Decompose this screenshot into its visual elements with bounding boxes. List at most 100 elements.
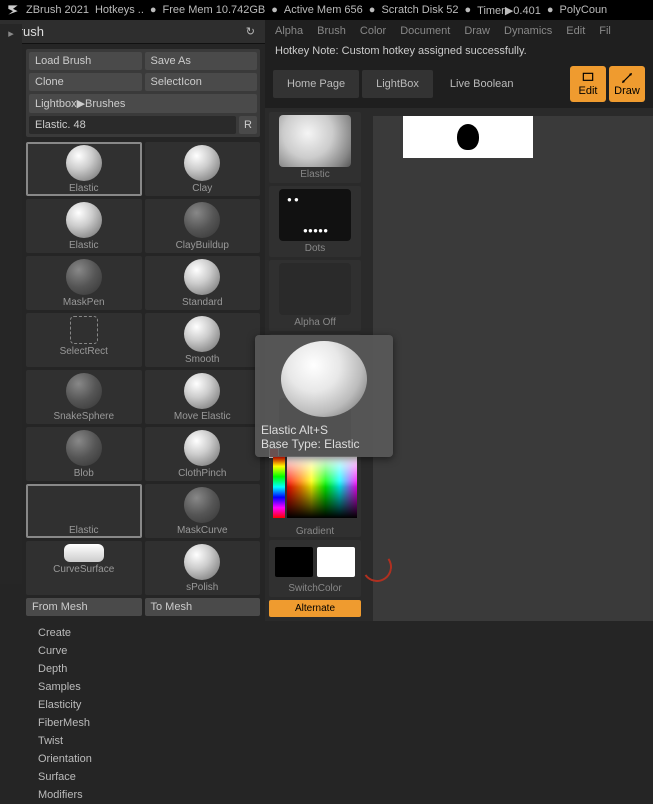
- current-alpha-label: Alpha Off: [272, 317, 358, 328]
- menu-draw[interactable]: Draw: [464, 25, 490, 37]
- switch-color-label: SwitchColor: [272, 583, 358, 594]
- brush-header[interactable]: Brush ↻: [0, 20, 265, 44]
- brush-item-smooth[interactable]: Smooth: [145, 313, 261, 367]
- brush-thumb-icon: [66, 259, 102, 295]
- brush-item-label: Blob: [26, 468, 142, 479]
- brush-item-move-elastic[interactable]: Move Elastic: [145, 370, 261, 424]
- menu-color[interactable]: Color: [360, 25, 386, 37]
- lightbox-button[interactable]: LightBox: [362, 70, 433, 98]
- switch-color-slot[interactable]: SwitchColor: [269, 540, 361, 597]
- current-stroke-slot[interactable]: Dots: [269, 186, 361, 257]
- tooltip-line2: Base Type: Elastic: [261, 437, 387, 451]
- brush-thumb-icon: [64, 544, 104, 562]
- brush-item-elastic[interactable]: Elastic: [26, 199, 142, 253]
- brush-item-label: Elastic: [28, 525, 140, 536]
- panel-arrow-icon[interactable]: ▸: [0, 24, 22, 43]
- brush-item-label: sPolish: [145, 582, 261, 593]
- brush-thumb-icon: [184, 544, 220, 580]
- brush-item-elastic[interactable]: Elastic: [26, 484, 142, 538]
- menu-dynamics[interactable]: Dynamics: [504, 25, 552, 37]
- current-alpha-slot[interactable]: Alpha Off: [269, 260, 361, 331]
- menu-edit[interactable]: Edit: [566, 25, 585, 37]
- brush-item-curvesurface[interactable]: CurveSurface: [26, 541, 142, 595]
- edit-label: Edit: [579, 85, 598, 97]
- brush-item-maskpen[interactable]: MaskPen: [26, 256, 142, 310]
- select-icon-button[interactable]: SelectIcon: [145, 73, 258, 91]
- tooltip-thumb-icon: [281, 341, 367, 417]
- brush-item-spolish[interactable]: sPolish: [145, 541, 261, 595]
- title-bar: ZBrush 2021 Hotkeys .. ● Free Mem 10.742…: [0, 0, 653, 20]
- from-mesh-button[interactable]: From Mesh: [26, 598, 142, 616]
- clone-button[interactable]: Clone: [29, 73, 142, 91]
- brush-item-label: Standard: [145, 297, 261, 308]
- brush-search-input[interactable]: [29, 116, 236, 134]
- submenu-modifiers[interactable]: Modifiers: [38, 786, 260, 804]
- to-mesh-button[interactable]: To Mesh: [145, 598, 261, 616]
- submenu-curve[interactable]: Curve: [38, 642, 260, 660]
- brush-item-claybuildup[interactable]: ClayBuildup: [145, 199, 261, 253]
- menu-alpha[interactable]: Alpha: [275, 25, 303, 37]
- brush-item-label: MaskPen: [26, 297, 142, 308]
- draw-mode-button[interactable]: Draw: [609, 66, 645, 102]
- bullet: ●: [547, 4, 554, 16]
- alpha-thumb-icon: [279, 263, 351, 315]
- live-boolean-button[interactable]: Live Boolean: [436, 70, 528, 98]
- brush-item-blob[interactable]: Blob: [26, 427, 142, 481]
- load-brush-button[interactable]: Load Brush: [29, 52, 142, 70]
- brush-thumb-icon: [184, 259, 220, 295]
- tooltip-line1: Elastic Alt+S: [261, 423, 387, 437]
- menu-document[interactable]: Document: [400, 25, 450, 37]
- gradient-label: Gradient: [269, 526, 361, 537]
- brush-item-label: SnakeSphere: [26, 411, 142, 422]
- main-color-swatch[interactable]: [275, 547, 313, 577]
- menu-brush[interactable]: Brush: [317, 25, 346, 37]
- submenu-orientation[interactable]: Orientation: [38, 750, 260, 768]
- submenu-depth[interactable]: Depth: [38, 660, 260, 678]
- sv-picker[interactable]: [287, 456, 357, 518]
- brush-thumb-icon: [184, 373, 220, 409]
- brush-thumb-icon: [184, 316, 220, 352]
- edit-mode-button[interactable]: Edit: [570, 66, 606, 102]
- bullet: ●: [150, 4, 157, 16]
- brush-item-label: Smooth: [145, 354, 261, 365]
- brush-item-elastic[interactable]: Elastic: [26, 142, 142, 196]
- lightbox-brushes-button[interactable]: Lightbox▶Brushes: [29, 94, 257, 113]
- r-button[interactable]: R: [239, 116, 257, 134]
- brush-item-clothpinch[interactable]: ClothPinch: [145, 427, 261, 481]
- right-area: Alpha Brush Color Document Draw Dynamics Edit F…: [265, 20, 653, 605]
- brush-submenu-list: CreateCurveDepthSamplesElasticityFiberMe…: [38, 624, 260, 804]
- active-mem: Active Mem 656: [284, 4, 363, 16]
- brush-thumb-icon: [70, 316, 98, 344]
- brush-item-label: ClothPinch: [145, 468, 261, 479]
- brush-item-selectrect[interactable]: SelectRect: [26, 313, 142, 367]
- brush-item-label: ClayBuildup: [145, 240, 261, 251]
- submenu-twist[interactable]: Twist: [38, 732, 260, 750]
- secondary-color-swatch[interactable]: [317, 547, 355, 577]
- brush-item-clay[interactable]: Clay: [145, 142, 261, 196]
- brush-item-maskcurve[interactable]: MaskCurve: [145, 484, 261, 538]
- main-menu-bar: Alpha Brush Color Document Draw Dynamics Edit F…: [265, 20, 653, 42]
- brush-item-label: Elastic: [26, 240, 142, 251]
- scratch-disk: Scratch Disk 52: [381, 4, 458, 16]
- submenu-fibermesh[interactable]: FiberMesh: [38, 714, 260, 732]
- brush-item-snakesphere[interactable]: SnakeSphere: [26, 370, 142, 424]
- brush-thumb-icon: [184, 487, 220, 523]
- submenu-create[interactable]: Create: [38, 624, 260, 642]
- polycount: PolyCoun: [559, 4, 607, 16]
- toolbar: Home Page LightBox Live Boolean Edit Dra…: [265, 60, 653, 108]
- submenu-samples[interactable]: Samples: [38, 678, 260, 696]
- menu-fil[interactable]: Fil: [599, 25, 611, 37]
- bullet: ●: [464, 4, 471, 16]
- color-picker[interactable]: Gradient: [269, 456, 361, 537]
- brush-item-standard[interactable]: Standard: [145, 256, 261, 310]
- brush-thumb-icon: [66, 373, 102, 409]
- free-mem: Free Mem 10.742GB: [163, 4, 266, 16]
- current-brush-slot[interactable]: Elastic: [269, 112, 361, 183]
- refresh-icon[interactable]: ↻: [246, 25, 255, 38]
- canvas[interactable]: [373, 116, 653, 621]
- home-page-button[interactable]: Home Page: [273, 70, 359, 98]
- save-as-button[interactable]: Save As: [145, 52, 258, 70]
- hue-strip[interactable]: [273, 456, 285, 518]
- submenu-elasticity[interactable]: Elasticity: [38, 696, 260, 714]
- submenu-surface[interactable]: Surface: [38, 768, 260, 786]
